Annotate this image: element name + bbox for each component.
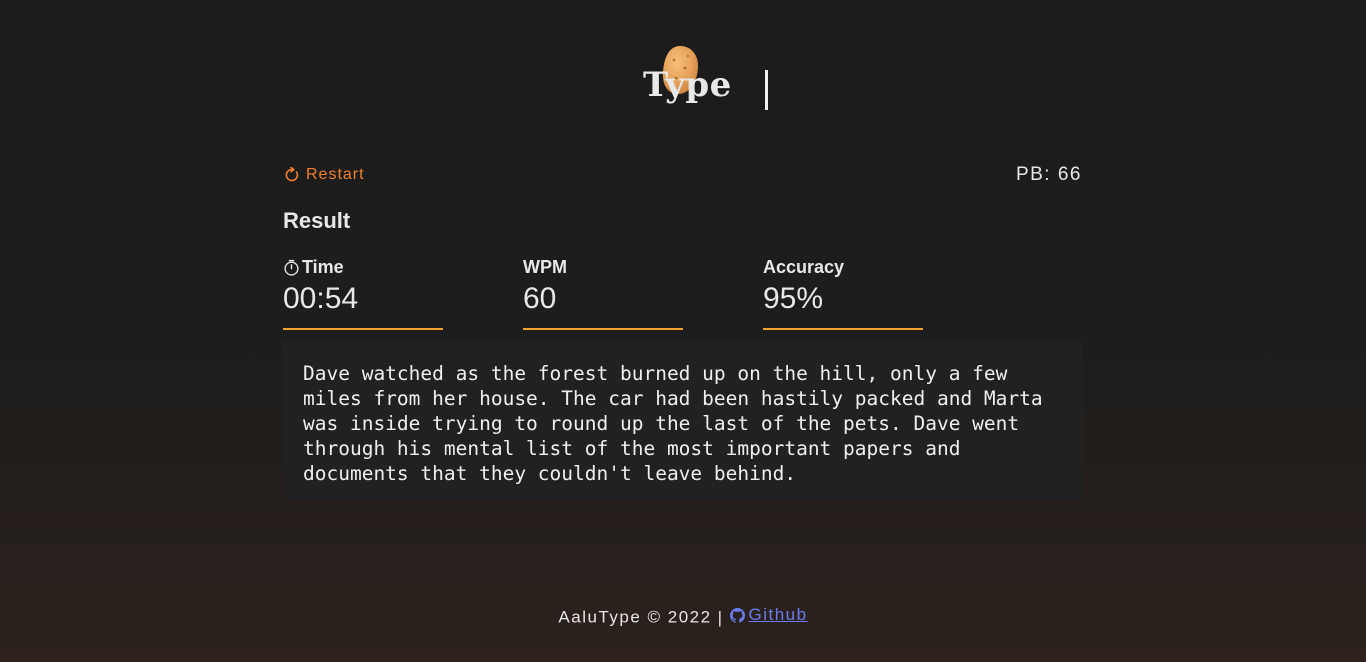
stat-wpm-value: 60	[523, 282, 557, 315]
github-link-label: Github	[748, 605, 808, 624]
passage-line: was inside trying to round up the last o…	[303, 412, 1020, 435]
footer: AaluType © 2022 | Github	[0, 605, 1366, 628]
stat-time-label-row: Time	[283, 256, 443, 278]
restart-label: Restart	[306, 166, 365, 183]
footer-copyright: AaluType © 2022	[558, 607, 712, 627]
stat-accuracy: Accuracy 95%	[763, 256, 923, 330]
passage-line: through his mental list of the most impo…	[303, 437, 961, 460]
passage-line: documents that they couldn't leave behin…	[303, 462, 797, 485]
restart-button[interactable]: Restart	[284, 166, 365, 184]
passage-line: miles from her house. The car had been h…	[303, 387, 1043, 410]
stat-accuracy-label: Accuracy	[763, 256, 845, 277]
app-logo: Type	[640, 40, 780, 120]
stat-accuracy-label-row: Accuracy	[763, 256, 923, 278]
footer-separator: |	[717, 607, 724, 627]
stat-wpm-label-row: WPM	[523, 256, 683, 278]
typing-passage: Dave watched as the forest burned up on …	[283, 341, 1083, 501]
github-icon	[729, 607, 745, 623]
stat-wpm-label: WPM	[523, 256, 567, 277]
stopwatch-icon	[284, 259, 299, 276]
logo-wordmark: Type	[643, 65, 732, 105]
stat-time: Time 00:54	[283, 256, 443, 330]
personal-best: PB: 66	[1015, 164, 1082, 185]
stat-wpm: WPM 60	[523, 256, 683, 330]
logo-text-cursor	[765, 70, 768, 110]
stat-time-value: 00:54	[283, 282, 359, 315]
result-title: Result	[283, 208, 351, 233]
stat-accuracy-value: 95%	[763, 282, 824, 315]
passage-line: Dave watched as the forest burned up on …	[303, 362, 1008, 385]
github-link[interactable]: Github	[729, 605, 808, 625]
stat-time-label: Time	[302, 256, 344, 277]
refresh-icon	[285, 167, 299, 182]
